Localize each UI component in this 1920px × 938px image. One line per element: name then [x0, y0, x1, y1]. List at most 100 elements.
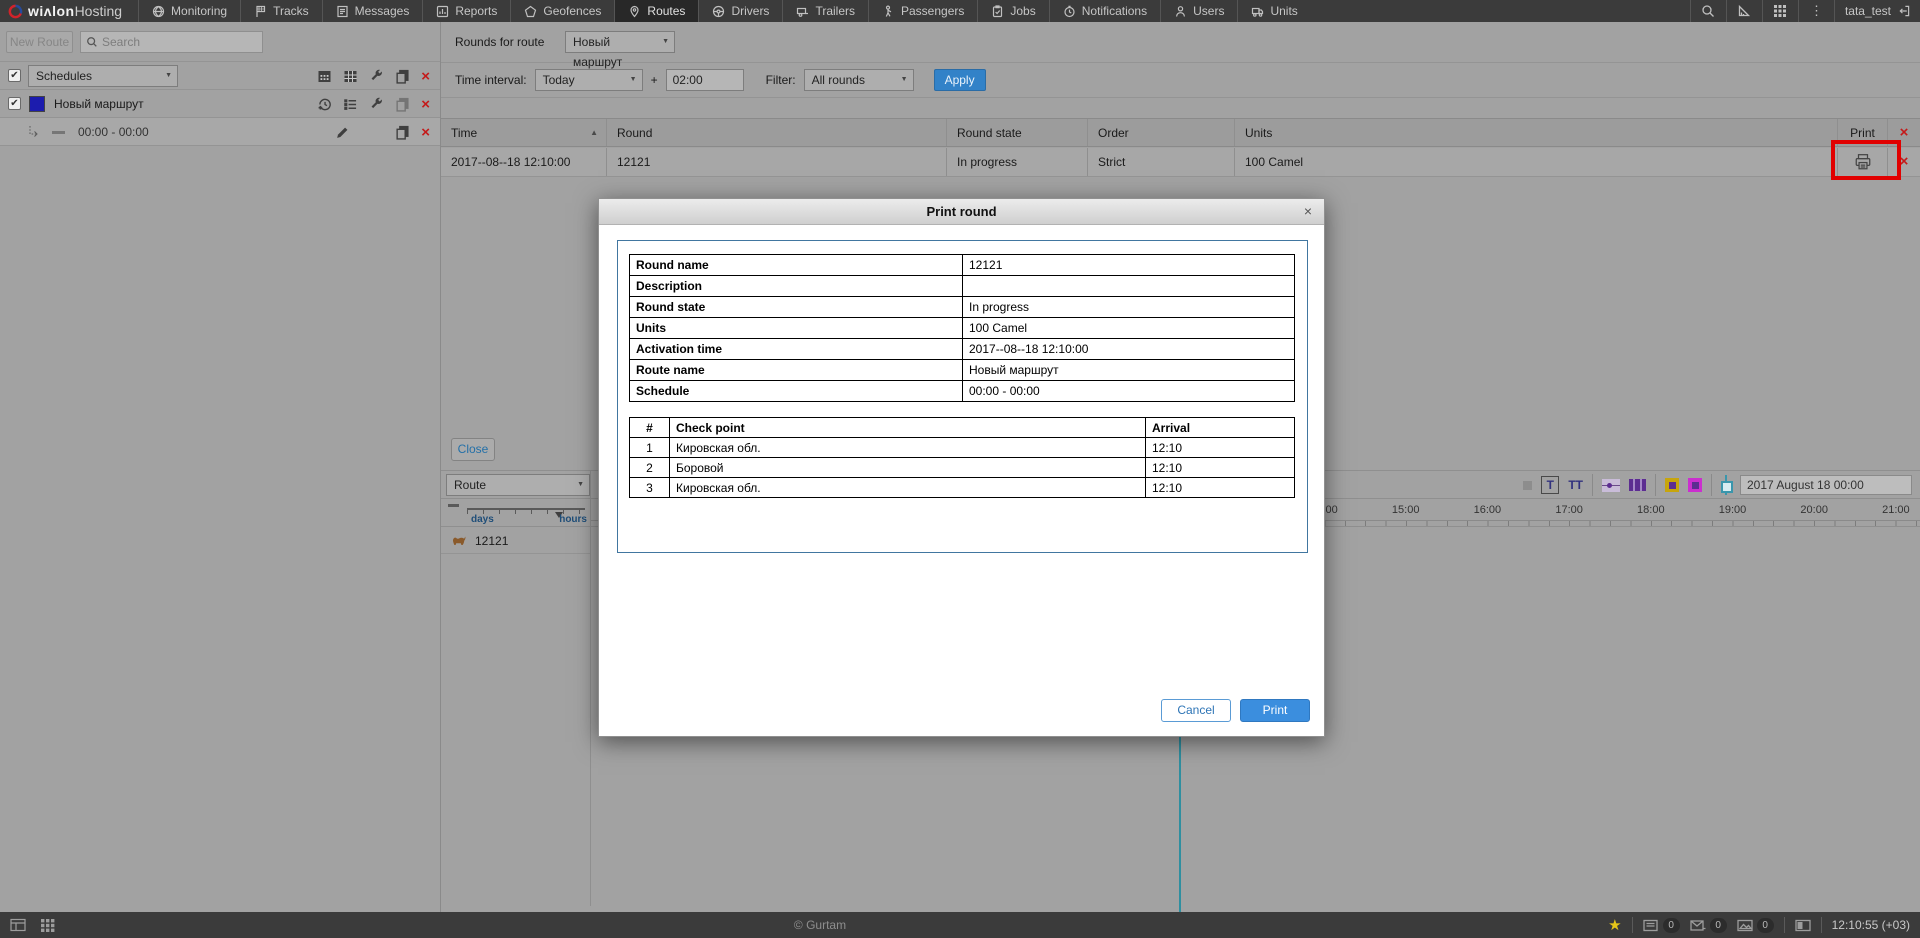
timeline-cursor-icon[interactable] [1721, 475, 1731, 495]
nav-drivers[interactable]: Drivers [698, 0, 782, 22]
interval-bars-icon[interactable] [1629, 479, 1646, 491]
schedules-checkbox[interactable] [8, 69, 21, 82]
apps-button[interactable] [1762, 0, 1798, 22]
delete-route-icon[interactable]: × [421, 97, 430, 112]
interval-offset-input[interactable] [666, 69, 744, 91]
col-round[interactable]: Round [607, 119, 947, 146]
nav-reports[interactable]: Reports [422, 0, 510, 22]
delete-schedule-icon[interactable]: × [421, 125, 430, 140]
annotation-highlight-rectangle [1831, 140, 1901, 180]
interval-select[interactable]: Today [535, 69, 643, 91]
nav-messages[interactable]: Messages [322, 0, 423, 22]
search-icon [86, 36, 98, 48]
grid-icon[interactable] [40, 918, 56, 932]
copy-icon[interactable] [395, 69, 410, 84]
filter-select[interactable]: All rounds [804, 69, 914, 91]
statusbar-left-icons [0, 918, 56, 932]
col-order-label: Order [1098, 126, 1129, 140]
round-table-row[interactable]: 2017--08--18 12:10:00 12121 In progress … [441, 148, 1920, 177]
route-row[interactable]: Новый маршрут × [0, 90, 440, 118]
text-double-icon[interactable]: TT [1568, 478, 1583, 492]
dialog-close-button[interactable]: × [1304, 199, 1312, 224]
zoom-out-icon[interactable] [448, 504, 459, 507]
bar-chart-icon [436, 5, 449, 18]
timeline-hour-label: 21:00 [1882, 504, 1910, 516]
nav-label: Reports [455, 4, 497, 18]
new-route-button[interactable]: New Route [6, 31, 73, 53]
col-units-label: Units [1245, 126, 1272, 140]
nav-tracks[interactable]: Tracks [240, 0, 322, 22]
layout-icon[interactable] [10, 918, 26, 932]
point-on-line-icon[interactable] [1602, 479, 1620, 492]
magenta-marker-icon[interactable] [1688, 478, 1702, 492]
schedules-select[interactable]: Schedules [28, 65, 178, 87]
wrench-icon[interactable] [369, 69, 384, 84]
user-menu[interactable]: tata_test [1834, 0, 1920, 22]
copy-icon[interactable] [395, 125, 410, 140]
top-navbar: wiʌlonHosting Monitoring Tracks Messages… [0, 0, 1920, 22]
edit-pencil-icon[interactable] [335, 125, 350, 140]
wrench-icon[interactable] [369, 97, 384, 112]
route-checkbox[interactable] [8, 97, 21, 110]
route-search-input[interactable] [102, 35, 257, 49]
print-button[interactable]: Print [1240, 699, 1310, 722]
square-icon[interactable] [1523, 481, 1532, 490]
nav-routes[interactable]: Routes [614, 0, 698, 22]
truck-icon [1251, 5, 1264, 18]
close-rounds-button[interactable]: Close [451, 438, 495, 461]
tools-button[interactable] [1726, 0, 1762, 22]
col-units[interactable]: Units [1235, 119, 1838, 146]
table-row: 2Боровой12:10 [630, 458, 1295, 478]
nav-monitoring[interactable]: Monitoring [138, 0, 240, 22]
nav-jobs[interactable]: Jobs [977, 0, 1048, 22]
close-icon: × [1900, 124, 1909, 141]
nav-units[interactable]: Units [1237, 0, 1310, 22]
timetable-icon[interactable] [343, 69, 358, 84]
global-search-button[interactable] [1690, 0, 1726, 22]
table-row: Schedule00:00 - 00:00 [630, 381, 1295, 402]
timeline-mode-select[interactable]: Route [446, 474, 590, 496]
media-counter[interactable]: 0 [1737, 918, 1774, 933]
wialon-app: wiʌlonHosting Monitoring Tracks Messages… [0, 0, 1920, 938]
delete-schedules-icon[interactable]: × [421, 69, 430, 84]
mail-counter[interactable]: 0 [1690, 918, 1727, 933]
route-color-swatch [29, 96, 45, 112]
document-icon [336, 5, 349, 18]
nav-users[interactable]: Users [1160, 0, 1237, 22]
media-badge: 0 [1757, 918, 1774, 933]
timeline-date-field[interactable]: 2017 August 18 00:00 [1740, 475, 1912, 495]
user-icon [1174, 5, 1187, 18]
nav-passengers[interactable]: Passengers [868, 0, 977, 22]
bottom-panel-icon[interactable] [1795, 919, 1811, 932]
col-state[interactable]: Round state [947, 119, 1088, 146]
notices-counter[interactable]: 0 [1643, 918, 1680, 933]
interval-select-value: Today [543, 73, 575, 87]
timeline-cursor-line[interactable] [1179, 737, 1181, 912]
nav-label: Monitoring [171, 4, 227, 18]
nav-geofences[interactable]: Geofences [510, 0, 614, 22]
nav-notifications[interactable]: Notifications [1049, 0, 1160, 22]
schedule-time: 00:00 - 00:00 [78, 125, 149, 139]
filter-select-value: All rounds [812, 73, 865, 87]
schedule-item-row[interactable]: 00:00 - 00:00 × [0, 118, 440, 146]
cancel-button[interactable]: Cancel [1161, 699, 1231, 722]
timeline-unit-row[interactable]: 12121 [441, 528, 590, 554]
favorites-star-icon[interactable]: ★ [1608, 916, 1621, 934]
col-order[interactable]: Order [1088, 119, 1235, 146]
list-icon[interactable] [343, 97, 358, 112]
nav-trailers[interactable]: Trailers [782, 0, 868, 22]
table-row: Activation time2017--08--18 12:10:00 [630, 339, 1295, 360]
round-name-cell: 12121 [607, 148, 947, 176]
yellow-marker-icon[interactable] [1665, 478, 1679, 492]
col-time[interactable]: Time▲ [441, 119, 607, 146]
text-single-icon[interactable]: T [1541, 476, 1559, 494]
apply-button[interactable]: Apply [934, 69, 986, 91]
rounds-route-select[interactable]: Новый маршрут [565, 31, 675, 53]
stopwatch-icon [1063, 5, 1076, 18]
apps-grid-icon [1773, 4, 1787, 18]
timeline-toolbar-icons: T TT 2017 August 18 00:00 [1523, 471, 1912, 499]
search-icon [1701, 4, 1715, 18]
more-menu-button[interactable]: ⋮ [1798, 0, 1834, 22]
history-clock-icon[interactable] [317, 97, 332, 112]
calendar-icon[interactable] [317, 69, 332, 84]
